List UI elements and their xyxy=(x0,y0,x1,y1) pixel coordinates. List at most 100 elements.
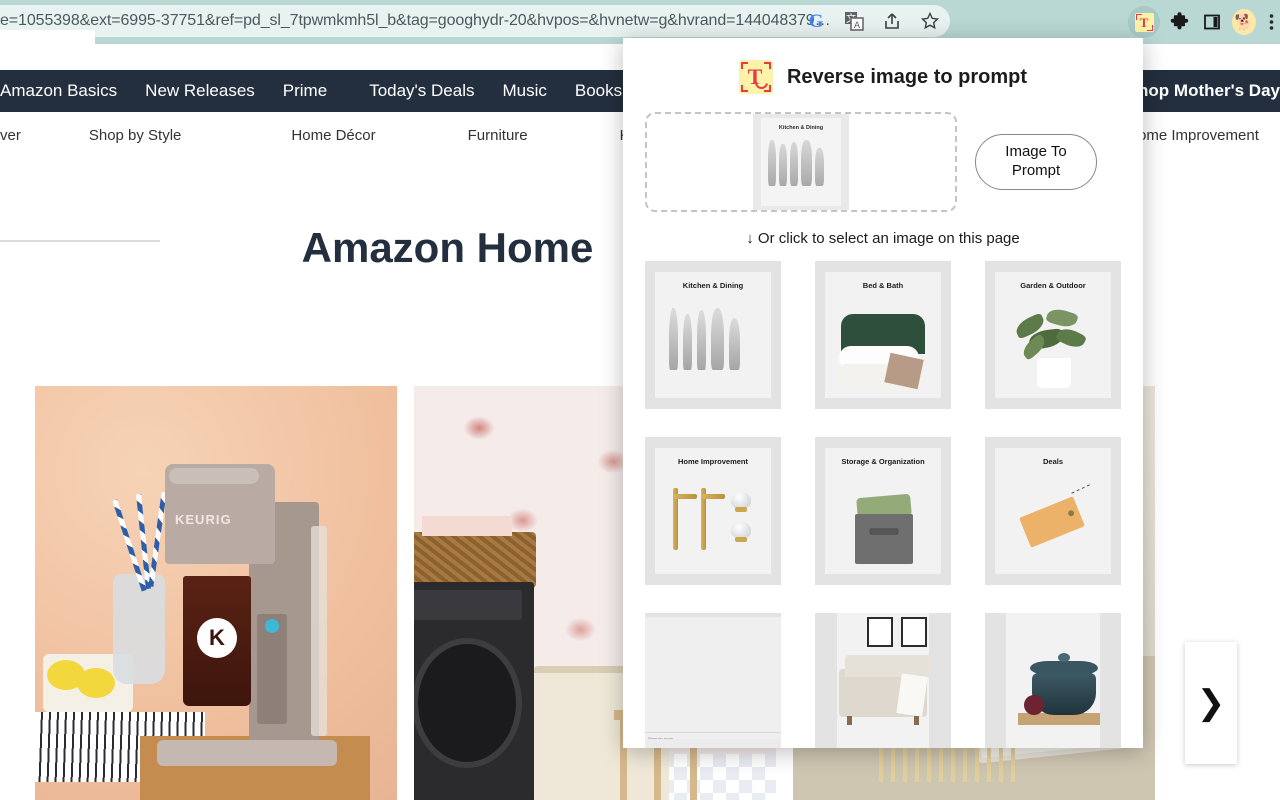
thumbnail-card: Shop by room xyxy=(645,617,781,748)
cabinet-pull-arm xyxy=(701,494,725,499)
omnibox-action-icons: G 文 A xyxy=(804,5,942,37)
subnav-item-home-decor[interactable]: Home Décor xyxy=(291,127,375,144)
reverse-image-to-prompt-popup: T Reverse image to prompt Kitchen & Dini… xyxy=(623,38,1143,748)
iced-coffee-glass: K xyxy=(183,576,251,706)
thumbnail-card: Bed & Bath xyxy=(825,272,941,398)
cutlery-illustration xyxy=(768,140,824,186)
spoon-icon xyxy=(801,140,812,186)
select-image-hint: ↓ Or click to select an image on this pa… xyxy=(746,230,1020,247)
grid-image-bed-bath[interactable]: Bed & Bath xyxy=(815,261,951,409)
thumbnail-caption: Kitchen & Dining xyxy=(682,281,744,290)
avatar: 🐕 xyxy=(1232,9,1256,35)
share-icon[interactable] xyxy=(880,9,904,33)
grid-image-deals[interactable]: Deals xyxy=(985,437,1121,585)
puzzle-glyph xyxy=(1170,12,1189,30)
grid-image-storage-organization[interactable]: Storage & Organization xyxy=(815,437,951,585)
carousel-next-button[interactable]: ❯ xyxy=(1185,642,1237,764)
throw-blanket xyxy=(896,673,928,717)
profile-avatar-icon[interactable]: 🐕 xyxy=(1232,9,1256,35)
fork-icon xyxy=(790,142,798,186)
nav-item-todays-deals[interactable]: Today's Deals xyxy=(341,81,488,101)
plant-pot xyxy=(1037,358,1071,388)
fork-icon xyxy=(779,144,787,186)
red-onion xyxy=(1024,695,1044,715)
crystal-knob xyxy=(731,522,751,538)
dutch-oven-knob xyxy=(1058,653,1070,662)
url-text: e=1055398&ext=6995-37751&ref=pd_sl_7tpwm… xyxy=(0,12,831,29)
grid-image-dutch-oven[interactable] xyxy=(985,613,1121,748)
sofa-back xyxy=(845,655,929,677)
side-panel-icon[interactable] xyxy=(1200,10,1224,34)
teaspoon-icon xyxy=(729,318,740,370)
dropzone-preview-caption: Kitchen & Dining xyxy=(778,125,824,131)
spoon-icon xyxy=(711,308,724,370)
screenshot-root: Amazon Basics New Releases Prime Today's… xyxy=(0,0,1280,800)
cutlery-illustration xyxy=(669,308,740,370)
carousel-image-keurig[interactable]: KEURIG K xyxy=(35,386,397,800)
cabinet-pull-arm xyxy=(673,494,697,499)
price-tag-icon xyxy=(1019,496,1085,548)
washing-machine xyxy=(414,582,534,800)
reverse-image-to-prompt-extension-icon[interactable]: T xyxy=(1128,6,1160,38)
thumbnail-card: Garden & Outdoor xyxy=(995,272,1111,398)
wall-art-frame xyxy=(867,617,893,647)
knife-icon xyxy=(669,308,678,370)
storage-bin xyxy=(855,514,913,564)
thumbnail-card: Deals xyxy=(995,448,1111,574)
bookmark-star-icon[interactable] xyxy=(918,9,942,33)
thumbnail-card: Storage & Organization xyxy=(825,448,941,574)
keurig-k-logo: K xyxy=(197,618,237,658)
plant-leaf xyxy=(1045,305,1079,331)
browser-action-icons: T 🐕 xyxy=(1128,0,1278,44)
lemon xyxy=(77,668,115,698)
subnav-item-home-improvement[interactable]: Home Improvement xyxy=(1127,127,1259,144)
thumbnail-card xyxy=(837,613,929,748)
grid-image-garden-outdoor[interactable]: Garden & Outdoor xyxy=(985,261,1121,409)
tab-strip-sliver xyxy=(0,30,95,44)
thumbnail-card: Kitchen & Dining xyxy=(655,272,771,398)
logo-corner xyxy=(740,85,748,92)
chrome-menu-icon[interactable] xyxy=(1264,10,1278,34)
thumbnail-card xyxy=(1006,613,1100,748)
divider xyxy=(645,732,781,733)
translate-glyph: 文 A xyxy=(845,12,864,31)
grid-image-home-improvement[interactable]: Home Improvement xyxy=(645,437,781,585)
google-glyph: G xyxy=(808,10,824,32)
nav-item-new-releases[interactable]: New Releases xyxy=(131,81,269,101)
page-image-grid: Kitchen & Dining Bed & Bath Garden & Out… xyxy=(623,261,1143,748)
knife-icon xyxy=(768,140,776,186)
dutch-oven-lid xyxy=(1030,661,1098,675)
thumbnail-caption: Deals xyxy=(1042,457,1063,466)
image-dropzone[interactable]: Kitchen & Dining xyxy=(645,112,957,212)
thumbnail-caption: Bed & Bath xyxy=(862,281,904,290)
fork-icon xyxy=(697,310,706,370)
thumbnail-caption: Home Improvement xyxy=(677,457,749,466)
subnav-item-over[interactable]: ver xyxy=(0,127,21,144)
nav-item-amazon-basics[interactable]: Amazon Basics xyxy=(0,81,131,101)
washer-door xyxy=(414,638,522,768)
star-glyph xyxy=(920,11,940,30)
grid-image-shop-by-room[interactable]: Shop by room xyxy=(645,613,781,748)
nav-item-music[interactable]: Music xyxy=(488,81,560,101)
subnav-item-furniture[interactable]: Furniture xyxy=(468,127,528,144)
knob-base xyxy=(735,537,747,542)
share-glyph xyxy=(885,13,899,29)
svg-text:A: A xyxy=(854,20,860,30)
image-to-prompt-button[interactable]: Image To Prompt xyxy=(975,134,1097,190)
address-bar[interactable]: e=1055398&ext=6995-37751&ref=pd_sl_7tpwm… xyxy=(0,5,950,37)
extension-icon-badge: T xyxy=(1134,12,1154,32)
extension-icon-letter: T xyxy=(1139,14,1149,30)
grid-image-sofa[interactable] xyxy=(815,613,951,748)
translate-icon[interactable]: 文 A xyxy=(842,9,866,33)
google-icon[interactable]: G xyxy=(804,9,828,33)
wall-art-frame xyxy=(901,617,927,647)
grid-image-kitchen-dining[interactable]: Kitchen & Dining xyxy=(645,261,781,409)
nav-item-prime[interactable]: Prime xyxy=(269,81,341,101)
keurig-lid xyxy=(169,468,259,484)
crystal-knob xyxy=(731,492,751,508)
keurig-brand-label: KEURIG xyxy=(175,512,232,527)
extensions-puzzle-icon[interactable] xyxy=(1168,10,1192,34)
side-panel-glyph xyxy=(1204,14,1220,30)
dropzone-preview-card: Kitchen & Dining xyxy=(761,118,841,206)
subnav-item-shop-by-style[interactable]: Shop by Style xyxy=(89,127,182,144)
